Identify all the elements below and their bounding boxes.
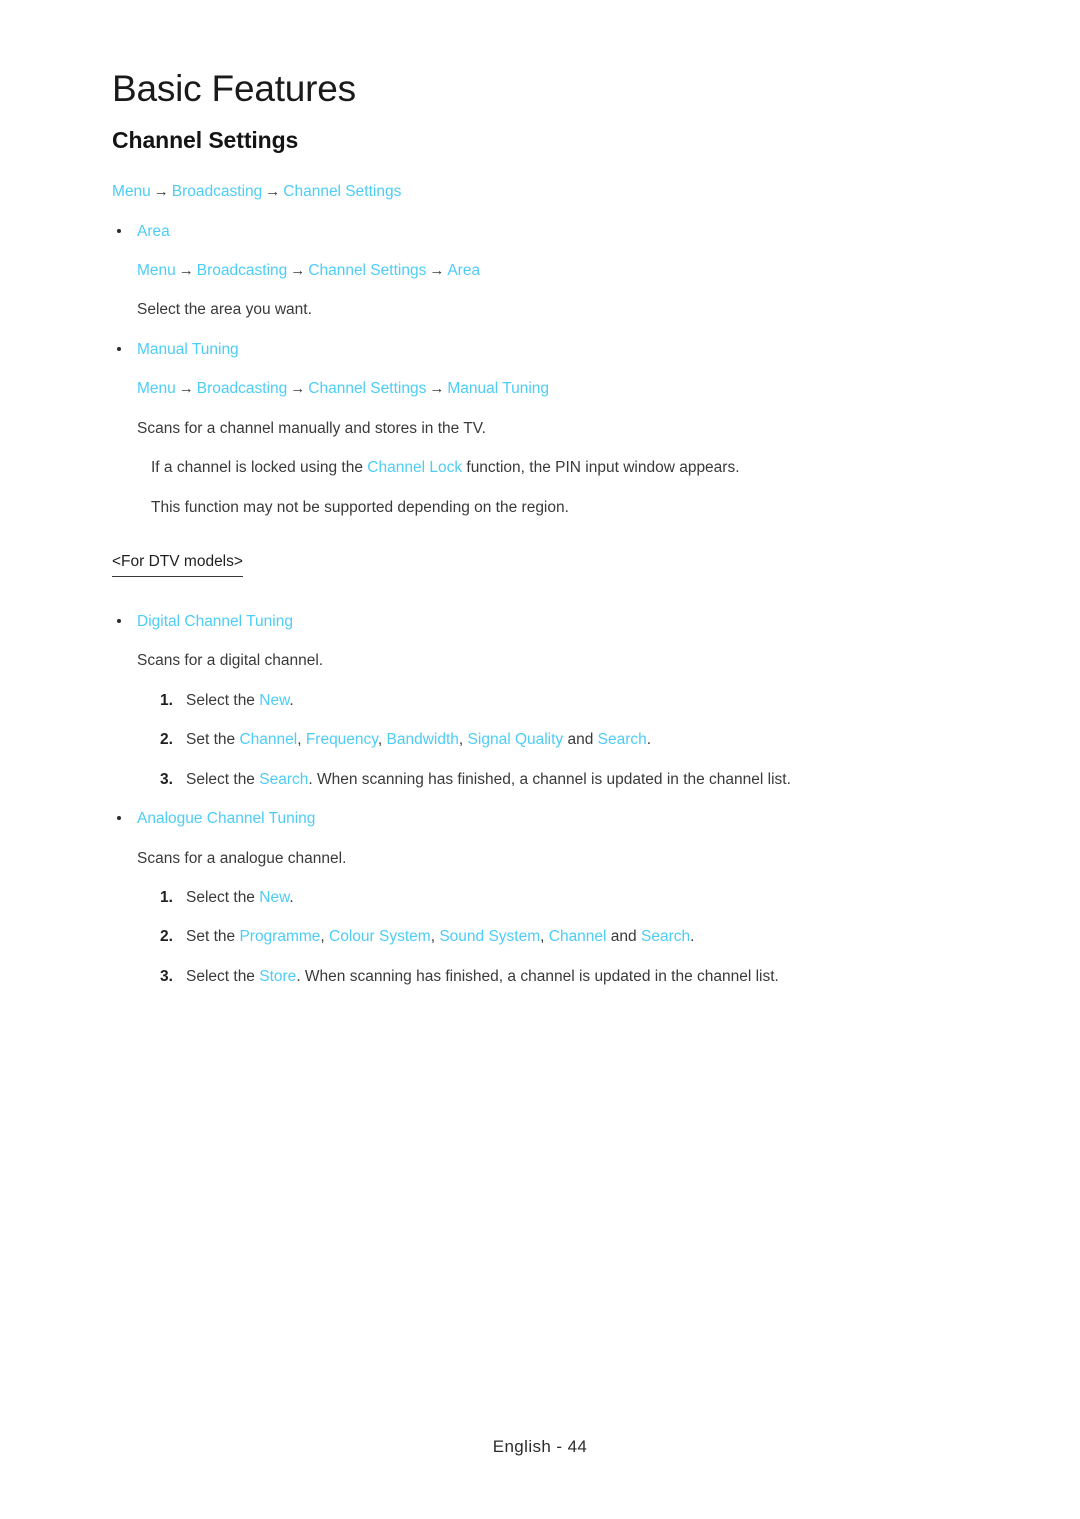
model-note-dtv: <For DTV models> — [112, 551, 243, 577]
numbered-step: 3. Select the Store. When scanning has fi… — [160, 966, 852, 988]
step-option-link[interactable]: Search — [641, 928, 690, 945]
step-option-link[interactable]: Colour System — [329, 928, 431, 945]
setting-note: If a channel is locked using the Channel… — [151, 457, 852, 479]
step-option-link[interactable]: Search — [598, 731, 647, 748]
breadcrumb-arrow-icon: → — [153, 183, 169, 201]
breadcrumb-item[interactable]: Channel Settings — [283, 183, 401, 200]
setting-description: Scans for a channel manually and stores … — [137, 419, 486, 437]
step-text: , — [297, 731, 306, 749]
breadcrumb-item[interactable]: Channel Settings — [308, 380, 426, 397]
breadcrumb-item[interactable]: Channel Settings — [308, 262, 426, 279]
page-footer: English - 44 — [492, 1437, 588, 1456]
tuning-block-list: Digital Channel Tuning Scans for a digita… — [112, 611, 852, 989]
setting-note: This function may not be supported depen… — [151, 497, 852, 519]
step-text: , — [540, 928, 549, 946]
note-text: This function may not be supported depen… — [151, 498, 569, 516]
breadcrumb-arrow-icon: → — [265, 183, 281, 201]
breadcrumb-item[interactable]: Menu — [137, 380, 176, 397]
numbered-step: 2. Set the Programme, Colour System, Soun… — [160, 926, 852, 948]
step-option-link[interactable]: New — [259, 692, 289, 709]
breadcrumb-arrow-icon: → — [429, 380, 445, 398]
step-option-link[interactable]: Bandwidth — [387, 731, 459, 748]
breadcrumb-arrow-icon: → — [178, 261, 194, 279]
step-text: and — [606, 928, 641, 946]
step-option-link[interactable]: Frequency — [306, 731, 378, 748]
step-text: Select the — [186, 691, 260, 709]
step-option-link[interactable]: Sound System — [439, 928, 540, 945]
numbered-step: 1. Select the New. — [160, 690, 852, 712]
model-note-wrapper: <For DTV models> — [112, 551, 852, 592]
step-option-link[interactable]: Programme — [239, 928, 320, 945]
bullet-label: Area — [137, 222, 170, 240]
section-title: Channel Settings — [112, 127, 299, 154]
breadcrumb-sub: Menu → Broadcasting → Channel Settings → Area — [137, 260, 852, 282]
chapter-title: Basic Features — [112, 68, 356, 109]
step-number: 3. — [160, 967, 173, 985]
step-number: 1. — [160, 889, 173, 906]
breadcrumb-item[interactable]: Broadcasting — [197, 380, 287, 397]
step-option-link[interactable]: Channel — [549, 928, 607, 945]
step-text: . When scanning has finished, a channel … — [296, 967, 779, 985]
step-text: , — [320, 928, 330, 946]
setting-item-area[interactable]: Area — [112, 221, 852, 243]
note-text: If a channel is locked using the — [151, 459, 368, 477]
step-text: , — [458, 731, 468, 749]
step-text: Set the — [186, 928, 240, 946]
numbered-step: 1. Select the New. — [160, 887, 852, 909]
step-option-link[interactable]: Signal Quality — [468, 731, 564, 748]
step-option-link[interactable]: New — [259, 889, 289, 906]
breadcrumb-item[interactable]: Broadcasting — [172, 183, 262, 200]
breadcrumb-item[interactable]: Menu — [112, 183, 151, 200]
breadcrumb-main: Menu → Broadcasting → Channel Settings — [112, 181, 852, 203]
bullet-dot-icon — [117, 346, 121, 351]
bullet-dot-icon — [117, 816, 121, 821]
step-text: . — [646, 731, 652, 749]
note-link[interactable]: Channel Lock — [367, 459, 462, 476]
step-text: . — [690, 928, 695, 946]
step-number: 2. — [160, 928, 173, 946]
bullet-label: Manual Tuning — [137, 340, 239, 358]
step-text: , — [377, 731, 387, 749]
manual-page: Basic Features Channel Settings Menu → Bro… — [0, 0, 1080, 1519]
step-option-link[interactable]: Channel — [239, 731, 297, 748]
step-text: . — [289, 889, 294, 906]
breadcrumb-item[interactable]: Menu — [137, 262, 176, 279]
bullet-label: Analogue Channel Tuning — [137, 810, 316, 828]
numbered-step: 2. Set the Channel, Frequency, Bandwidth,… — [160, 729, 852, 751]
step-text: and — [563, 731, 598, 749]
tuning-description: Scans for a analogue channel. — [137, 849, 347, 867]
numbered-step: 3. Select the Search. When scanning has f… — [160, 769, 852, 791]
bullet-dot-icon — [117, 618, 121, 623]
tuning-item-analogue-channel-tuning[interactable]: Analogue Channel Tuning — [112, 808, 852, 830]
bullet-dot-icon — [117, 228, 121, 233]
bullet-label: Digital Channel Tuning — [137, 612, 293, 630]
step-option-link[interactable]: Store — [259, 968, 296, 985]
step-text: Set the — [186, 731, 240, 749]
setting-description: Select the area you want. — [137, 301, 312, 319]
tuning-description: Scans for a digital channel. — [137, 652, 324, 670]
breadcrumb-item[interactable]: Manual Tuning — [447, 380, 549, 397]
step-text: . — [289, 691, 294, 709]
breadcrumb-sub: Menu → Broadcasting → Channel Settings → Manua… — [137, 378, 852, 400]
settings-section-list: Area Menu → Broadcasting → Channel Settings → A… — [112, 221, 852, 520]
breadcrumb-arrow-icon: → — [429, 261, 445, 279]
breadcrumb-arrow-icon: → — [290, 261, 306, 279]
step-text: Select the — [186, 770, 260, 788]
step-number: 2. — [160, 731, 173, 749]
tuning-item-digital-channel-tuning[interactable]: Digital Channel Tuning — [112, 611, 852, 633]
note-text: function, the PIN input window appears. — [462, 459, 740, 477]
step-text: Select the — [186, 889, 260, 906]
breadcrumb-item[interactable]: Broadcasting — [197, 262, 287, 279]
step-option-link[interactable]: Search — [259, 771, 308, 788]
page-content: Basic Features Channel Settings Menu → Bro… — [112, 68, 852, 1005]
breadcrumb-item[interactable]: Area — [447, 262, 480, 279]
step-number: 1. — [160, 691, 173, 709]
step-text: . When scanning has finished, a channel … — [308, 770, 791, 788]
step-number: 3. — [160, 770, 173, 788]
setting-item-manual-tuning[interactable]: Manual Tuning — [112, 339, 852, 361]
breadcrumb-arrow-icon: → — [178, 380, 194, 398]
breadcrumb-arrow-icon: → — [290, 380, 306, 398]
step-text: Select the — [186, 967, 260, 985]
